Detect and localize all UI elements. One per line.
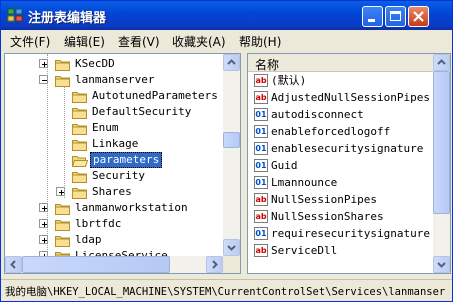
string-value-icon: ab — [254, 210, 268, 223]
folder-icon — [72, 172, 87, 183]
tree-item-label: AutotunedParameters — [92, 89, 218, 102]
menu-view[interactable]: 查看(V) — [118, 33, 160, 50]
key-tree-pane[interactable]: KSecDD lanmanserver AutotunedParameters Def… — [4, 53, 241, 274]
maximize-button[interactable] — [385, 6, 406, 27]
menu-edit[interactable]: 编辑(E) — [64, 33, 105, 50]
value-name: (默认) — [271, 74, 307, 87]
value-name: Lmannounce — [271, 176, 338, 189]
expand-icon[interactable] — [39, 235, 48, 244]
value-name: ServiceDll — [271, 244, 338, 257]
scroll-corner — [223, 256, 240, 273]
folder-icon — [72, 188, 87, 199]
menu-bar: 文件(F) 编辑(E) 查看(V) 收藏夹(A) 帮助(H) — [1, 30, 452, 51]
folder-icon — [55, 204, 70, 215]
scroll-thumb[interactable] — [223, 132, 240, 148]
string-value-icon: ab — [254, 244, 268, 257]
regedit-window: 注册表编辑器 文件(F) 编辑(E) 查看(V) 收藏夹(A) 帮助(H) KS… — [0, 0, 453, 302]
arrow-up-icon — [227, 59, 236, 65]
binary-value-icon: 01 — [254, 108, 268, 121]
arrow-left-icon — [10, 260, 16, 269]
value-name: Guid — [271, 159, 298, 172]
menu-file[interactable]: 文件(F) — [10, 33, 50, 50]
folder-icon — [55, 220, 70, 231]
folder-open-icon — [72, 156, 88, 167]
values-pane[interactable]: 名称 ab (默认) ab AdjustedNullSessionPipes 01 aut… — [247, 53, 451, 274]
arrow-down-icon — [437, 262, 446, 268]
tree-item-label: lanmanserver — [75, 73, 155, 86]
tree-item-label: DefaultSecurity — [92, 105, 192, 118]
tree-item-label: parameters — [90, 152, 163, 168]
value-name: autodisconnect — [271, 108, 364, 121]
arrow-down-icon — [227, 245, 236, 251]
minimize-button[interactable] — [362, 6, 383, 27]
tree-guide-line — [64, 78, 65, 198]
scroll-up-button[interactable] — [223, 54, 240, 71]
tree-item-label: Linkage — [92, 137, 139, 150]
tree-item-label: lbrtfdc — [75, 217, 122, 230]
folder-icon — [55, 60, 70, 71]
scroll-down-button[interactable] — [223, 239, 240, 256]
expand-icon[interactable] — [39, 59, 48, 68]
folder-icon — [72, 124, 87, 135]
expand-icon[interactable] — [39, 219, 48, 228]
maximize-icon — [390, 11, 401, 21]
expand-icon[interactable] — [39, 203, 48, 212]
scroll-down-button[interactable] — [433, 256, 450, 273]
tree-vertical-scrollbar[interactable] — [223, 54, 240, 256]
tree-horizontal-scrollbar[interactable] — [5, 256, 223, 273]
string-value-icon: ab — [254, 193, 268, 206]
title-bar[interactable]: 注册表编辑器 — [1, 1, 452, 30]
value-name: NullSessionShares — [271, 210, 384, 223]
arrow-up-icon — [437, 59, 446, 65]
tree-item-label: Enum — [92, 121, 119, 134]
scroll-thumb-horizontal[interactable] — [22, 256, 170, 273]
string-value-icon: ab — [254, 74, 268, 87]
arrow-right-icon — [212, 260, 218, 269]
tree-item-label: ldap — [75, 233, 102, 246]
scroll-left-button[interactable] — [5, 256, 22, 273]
folder-icon — [72, 92, 87, 103]
binary-value-icon: 01 — [254, 142, 268, 155]
folder-icon — [72, 108, 87, 119]
tree-item-label: KSecDD — [75, 57, 115, 70]
minimize-icon — [368, 19, 375, 22]
tree-item-label: Security — [92, 169, 145, 182]
value-name: AdjustedNullSessionPipes — [271, 91, 430, 104]
menu-favorites[interactable]: 收藏夹(A) — [172, 33, 226, 50]
tree-item-label: Shares — [92, 185, 132, 198]
close-button[interactable] — [408, 6, 429, 27]
value-name: enablesecuritysignature — [271, 142, 424, 155]
close-icon — [413, 11, 424, 22]
folder-icon — [55, 236, 70, 247]
tree-item-label: lanmanworkstation — [75, 201, 188, 214]
scroll-thumb[interactable] — [433, 71, 450, 214]
regedit-app-icon — [7, 8, 23, 22]
column-header-name[interactable]: 名称 — [248, 54, 433, 72]
expand-icon[interactable] — [56, 187, 65, 196]
binary-value-icon: 01 — [254, 227, 268, 240]
status-path: 我的电脑\HKEY_LOCAL_MACHINE\SYSTEM\CurrentCo… — [5, 286, 446, 298]
menu-help[interactable]: 帮助(H) — [239, 33, 281, 50]
binary-value-icon: 01 — [254, 176, 268, 189]
value-name: enableforcedlogoff — [271, 125, 391, 138]
value-name: NullSessionPipes — [271, 193, 377, 206]
column-header-label: 名称 — [255, 58, 280, 72]
binary-value-icon: 01 — [254, 125, 268, 138]
scroll-right-button[interactable] — [206, 256, 223, 273]
values-vertical-scrollbar[interactable] — [433, 54, 450, 273]
scroll-up-button[interactable] — [433, 54, 450, 71]
value-name: requiresecuritysignature — [271, 227, 430, 240]
folder-icon — [55, 76, 70, 87]
collapse-icon[interactable] — [39, 75, 48, 84]
string-value-icon: ab — [254, 91, 268, 104]
window-title: 注册表编辑器 — [28, 11, 107, 26]
binary-value-icon: 01 — [254, 159, 268, 172]
folder-icon — [72, 140, 87, 151]
status-bar: 我的电脑\HKEY_LOCAL_MACHINE\SYSTEM\CurrentCo… — [1, 279, 452, 302]
